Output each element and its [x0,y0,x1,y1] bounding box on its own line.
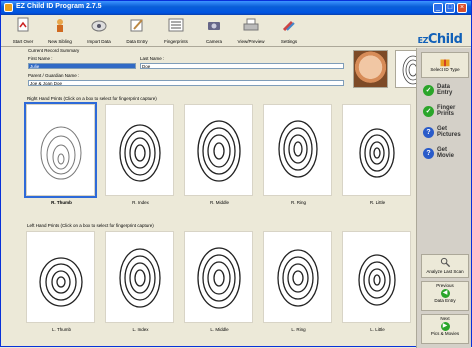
child-photo[interactable] [353,50,388,88]
analyze-label: Analyze Last Scan [426,269,464,274]
select-id-type-button[interactable]: Select ID Type [421,52,469,78]
fingerprints-label: Fingerprints [164,39,188,44]
step-data-entry[interactable]: ✓ Data Entry [421,82,469,102]
step-label-2: Entry [437,90,453,96]
fingerprint-box-l-thumb[interactable]: L. Thumb [26,231,95,332]
start-over-button[interactable]: Start Over [5,17,41,45]
camera-button[interactable]: Camera [196,17,232,45]
parent-field[interactable]: Joe & Joan Doe [28,80,344,86]
fingerprint-box-r-thumb[interactable]: R. Thumb [24,102,97,205]
fingerprint-box-r-little[interactable]: R. Little [342,104,411,205]
finger-label: R. Little [369,200,386,205]
previous-target-label: Data Entry [434,298,456,303]
view-preview-label: View/Preview [237,39,265,44]
settings-icon [282,20,295,32]
step-get-movie[interactable]: ? Get Movie [421,145,469,165]
fingerprints-button[interactable]: Fingerprints [158,17,194,45]
next-target-label: Pics & Movies [430,331,460,336]
fingerprint-box-r-index[interactable]: R. Index [105,104,174,205]
finger-label: L. Index [132,327,149,332]
step-label-2: Movie [437,153,455,159]
finger-label: L. Middle [210,327,229,332]
fingerprint-box-l-little[interactable]: L. Little [342,231,411,332]
finger-label: R. Middle [209,200,229,205]
last-name-label: Last Name : [140,56,165,61]
fingerprint-box-l-middle[interactable]: L. Middle [184,231,253,332]
app-window: EZ Child ID Program 2.7.5 _ □ × Start Ov… [0,0,472,348]
window-title: EZ Child ID Program 2.7.5 [16,3,102,10]
first-name-field[interactable]: Julie [28,63,136,69]
parent-label: Parent / Guardian Name : [28,73,80,78]
finger-label: R. Index [132,200,149,205]
finger-label: L. Little [370,327,385,332]
gift-icon [440,59,450,67]
previous-label: Previous [436,283,454,288]
record-summary: Current Record Summary First Name : Juli… [24,48,429,94]
check-icon: ✓ [423,106,434,117]
previous-button[interactable]: Previous ◀ Data Entry [421,281,469,311]
arrow-right-icon: ▶ [440,322,450,331]
start-over-label: Start Over [12,39,34,44]
logo-prefix: EZ [417,36,429,45]
select-id-type-label: Select ID Type [430,67,460,72]
fingerprint-box-r-ring[interactable]: R. Ring [263,104,332,205]
toolbar: Start Over New Sibling Import Data Data … [1,15,471,66]
step-label-2: Prints [437,111,455,117]
import-data-label: Import Data [87,39,111,44]
step-get-pictures[interactable]: ? Get Pictures [421,124,469,144]
magnifier-icon [440,257,450,268]
question-icon: ? [423,148,434,159]
first-name-label: First Name : [28,56,53,61]
camera-label: Camera [205,39,222,44]
minimize-button[interactable]: _ [433,3,443,13]
finger-label: L. Thumb [52,327,71,332]
left-hand-cards: L. Thumb L. Index L. Middle L. Ring L. L… [26,231,411,332]
settings-button[interactable]: Settings [271,17,307,45]
new-sibling-button[interactable]: New Sibling [42,17,78,45]
summary-title: Current Record Summary [28,48,80,53]
question-icon: ? [423,127,434,138]
camera-icon [208,22,220,30]
settings-label: Settings [280,39,298,44]
finger-label: R. Thumb [51,200,72,205]
sidebar: Select ID Type ✓ Data Entry ✓ Finger Prints … [416,48,471,348]
app-icon [4,3,13,12]
last-name-field[interactable]: Doe [140,63,344,69]
fingerprints-icon [168,18,184,32]
left-hand-panel: Left Hand Prints (Click on a box to sele… [24,216,414,344]
import-data-button[interactable]: Import Data [81,17,117,45]
left-hand-title: Left Hand Prints (Click on a box to sele… [27,223,154,228]
fingerprint-box-r-middle[interactable]: R. Middle [184,104,253,205]
new-sibling-label: New Sibling [48,39,72,44]
check-icon: ✓ [423,85,434,96]
start-over-icon [17,17,29,32]
data-entry-label: Data Entry [126,39,148,44]
title-bar: EZ Child ID Program 2.7.5 _ □ × [1,1,471,15]
arrow-left-icon: ◀ [440,289,450,298]
fingerprint-box-l-index[interactable]: L. Index [105,231,174,332]
right-hand-cards: R. Thumb R. Index R. Middle R. Ring R. L… [24,102,411,205]
import-data-icon [91,20,107,32]
analyze-last-scan-button[interactable]: Analyze Last Scan [421,254,469,278]
next-button[interactable]: Next ▶ Pics & Movies [421,314,469,344]
step-label-2: Pictures [437,132,461,138]
right-hand-panel: Right Hand Prints (Click on a box to sel… [24,96,414,214]
close-button[interactable]: × [457,3,467,13]
step-finger-prints[interactable]: ✓ Finger Prints [421,103,469,123]
new-sibling-icon [57,19,63,32]
printer-icon [243,18,259,31]
finger-label: R. Ring [290,200,306,205]
fingerprint-box-l-ring[interactable]: L. Ring [263,231,332,332]
data-entry-icon [130,19,143,32]
view-preview-button[interactable]: View/Preview [233,17,269,45]
finger-label: L. Ring [291,327,306,332]
right-hand-title: Right Hand Prints (Click on a box to sel… [27,96,157,101]
data-entry-button[interactable]: Data Entry [119,17,155,45]
next-label: Next [440,316,450,321]
maximize-button[interactable]: □ [445,3,455,13]
